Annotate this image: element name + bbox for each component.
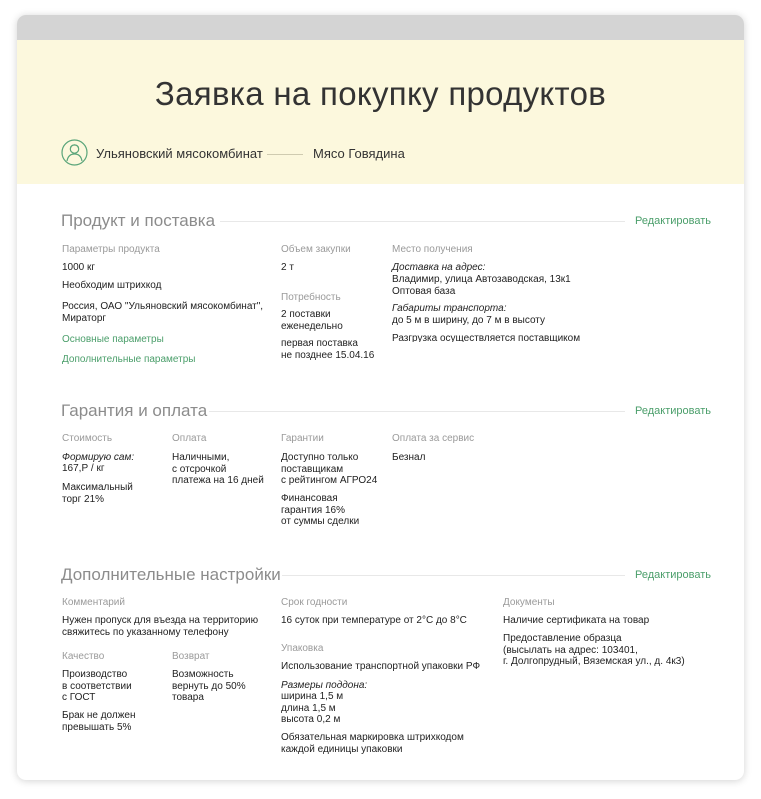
main-params-link[interactable]: Основные параметры [62,334,164,345]
section-title-product-delivery: Продукт и поставка [61,211,216,230]
service-payment-value: Безнал [392,452,426,463]
request-card: Заявка на покупку продуктов Ульяновский … [17,15,744,780]
defect-limit: Брак не должен превышать 5% [62,710,136,733]
delivery-title: Доставка на адрес: [392,262,486,273]
product-weight: 1000 кг [62,262,96,273]
documents-label: Документы [503,597,555,608]
cost-label: Стоимость [62,433,113,444]
service-payment-label: Оплата за сервис [392,433,475,444]
place-label: Место получения [392,244,473,255]
company-name[interactable]: Ульяновский мясокомбинат [96,146,263,161]
window-top-bar [17,15,744,40]
financial-guarantee: Финансовая гарантия 16% от суммы сделки [281,493,360,527]
extra-params-link[interactable]: Дополнительные параметры [62,354,195,365]
section-divider [209,411,625,412]
guarantee-value: Доступно только поставщикам с рейтингом … [281,452,378,486]
edit-guarantee-payment-link[interactable]: Редактировать [635,405,711,417]
request-header: Заявка на покупку продуктов Ульяновский … [17,40,744,184]
edit-product-delivery-link[interactable]: Редактировать [635,215,711,227]
section-divider [282,575,625,576]
section-title-guarantee-payment: Гарантия и оплата [61,401,208,420]
pallet-value: ширина 1,5 м длина 1,5 м высота 0,2 м [281,691,344,725]
edit-additional-settings-link[interactable]: Редактировать [635,569,711,581]
company-avatar-icon [61,139,88,166]
quality-value: Производство в соответствии с ГОСТ [62,669,132,703]
section-title-additional-settings: Дополнительные настройки [61,565,281,584]
unloading-note: Разгрузка осуществляется поставщиком [392,333,581,342]
page-title: Заявка на покупку продуктов [154,75,607,112]
delivery-address: Владимир, улица Автозаводская, 13к1 Опто… [392,274,571,297]
barcode-requirement: Необходим штрихкод [62,280,162,291]
need-value: 2 поставки еженедельно [281,309,343,332]
return-value: Возможность вернуть до 50% товара [172,669,246,703]
product-params-label: Параметры продукта [62,244,160,255]
volume-value: 2 т [281,262,294,273]
transport-value: до 5 м в ширину, до 7 м в высоту [392,315,545,326]
product-name: Мясо Говядина [313,146,405,161]
section-divider [220,221,625,222]
guarantee-label: Гарантии [281,433,324,444]
documents-value: Наличие сертификата на товар [503,615,650,626]
shelf-life-label: Срок годности [281,597,348,608]
volume-label: Объем закупки [281,244,351,255]
payment-label: Оплата [172,433,207,444]
transport-title: Габариты транспорта: [392,303,507,314]
packaging-label: Упаковка [281,643,324,654]
comment-value: Нужен пропуск для въезда на территорию с… [62,615,259,638]
need-label: Потребность [281,292,341,303]
first-supply: первая поставка не позднее 15.04.16 [281,338,375,361]
marking-requirement: Обязательная маркировка штрихкодом каждо… [281,732,464,755]
sample-requirement: Предоставление образца (высылать на адре… [503,633,685,667]
payment-value: Наличными, с отсрочкой платежа на 16 дне… [172,452,264,486]
cost-title: Формирую сам: [62,452,135,463]
cost-value: 167,Р / кг [62,463,105,474]
quality-label: Качество [62,651,105,662]
product-origin: Россия, ОАО "Ульяновский мясокомбинат", … [62,301,264,324]
pallet-title: Размеры поддона: [281,680,368,691]
return-label: Возврат [172,651,210,662]
comment-label: Комментарий [62,597,125,608]
max-bargain: Максимальный торг 21% [62,482,133,505]
shelf-life-value: 16 суток при температуре от 2°С до 8°С [281,615,467,626]
packaging-value: Использование транспортной упаковки РФ [281,661,481,672]
header-separator [267,154,303,155]
